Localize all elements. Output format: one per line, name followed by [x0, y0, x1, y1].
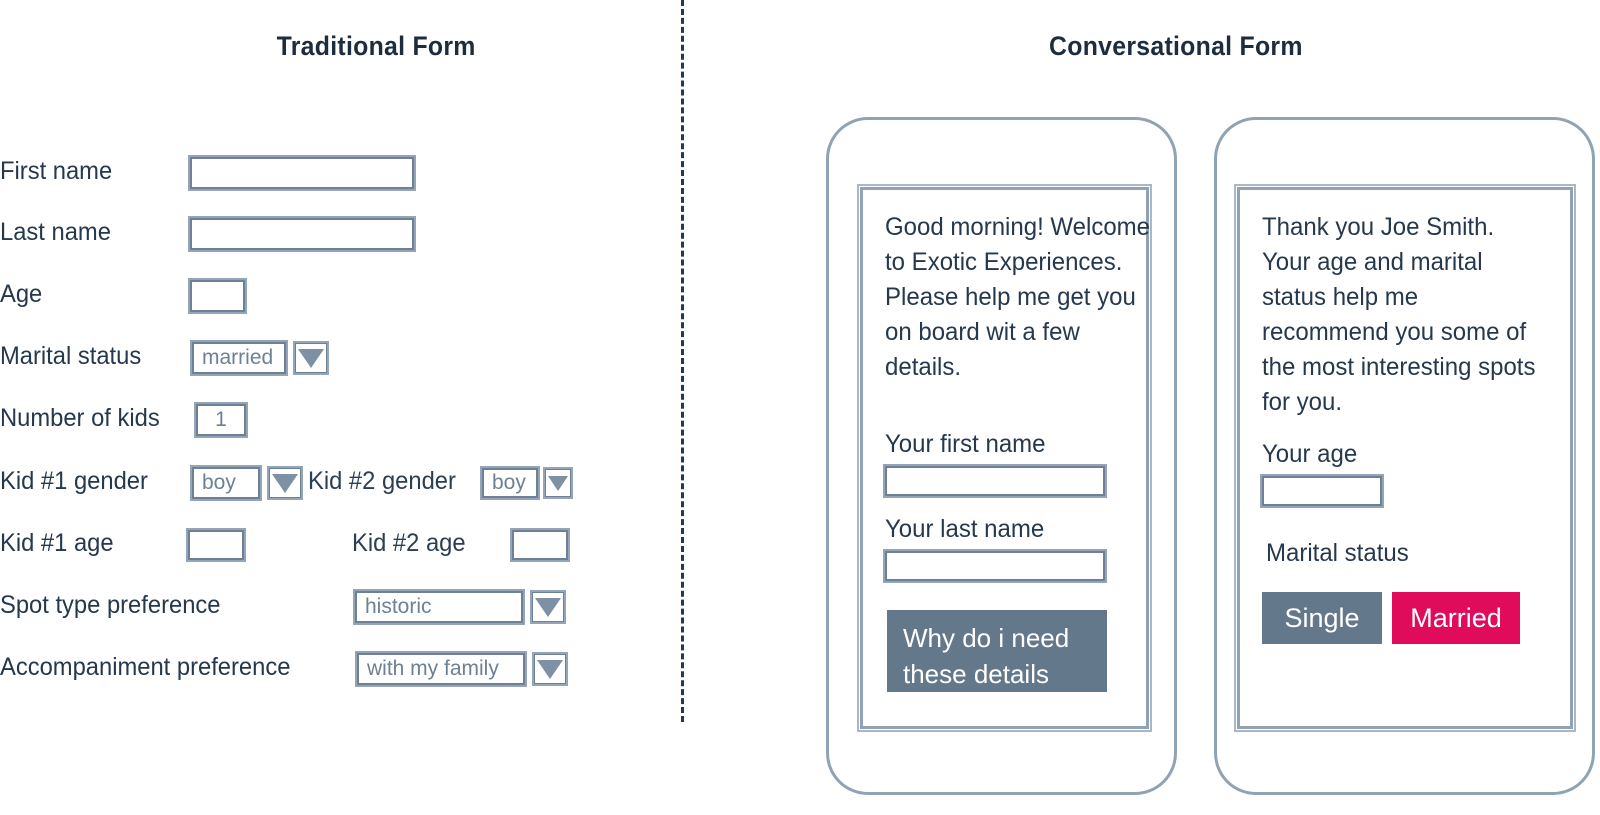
select-kid2-gender-value: boy — [480, 466, 540, 500]
label-your-age: Your age — [1262, 440, 1358, 468]
form-row-age: Age — [0, 273, 660, 319]
form-row-kid-genders: Kid #1 gender boy Kid #2 gender boy — [0, 460, 660, 506]
form-row-spot-type: Spot type preference historic — [0, 584, 660, 630]
phone-screen-1: Good morning! Welcome to Exotic Experien… — [857, 184, 1152, 732]
input-last-name[interactable] — [188, 216, 416, 252]
panel-divider — [681, 0, 684, 722]
select-kid2-gender[interactable]: boy — [480, 466, 573, 500]
form-row-accompaniment: Accompaniment preference with my family — [0, 646, 660, 692]
label-your-last-name: Your last name — [885, 515, 1045, 543]
form-row-number-of-kids: Number of kids 1 — [0, 397, 660, 443]
input-number-of-kids[interactable]: 1 — [194, 402, 248, 438]
input-kid1-age[interactable] — [186, 528, 246, 562]
why-do-i-need-these-details-button[interactable]: Why do i need these details — [887, 610, 1107, 692]
select-marital-status[interactable]: married — [190, 340, 329, 376]
label-kid1-age: Kid #1 age — [0, 529, 114, 557]
traditional-form: First name Last name Age Marital status … — [0, 150, 660, 710]
label-age: Age — [0, 280, 43, 308]
form-row-marital-status: Marital status married — [0, 335, 660, 381]
label-spot-type-preference: Spot type preference — [0, 591, 221, 619]
select-kid1-gender[interactable]: boy — [190, 465, 303, 501]
select-accompaniment-preference[interactable]: with my family — [355, 651, 568, 687]
chevron-down-icon[interactable] — [267, 466, 303, 500]
select-spot-type-preference[interactable]: historic — [353, 589, 566, 625]
input-your-last-name[interactable] — [883, 549, 1107, 583]
label-accompaniment-preference: Accompaniment preference — [0, 653, 291, 681]
label-number-of-kids: Number of kids — [0, 404, 160, 432]
phone-step-2: Thank you Joe Smith. Your age and marita… — [1214, 117, 1595, 795]
chip-single[interactable]: Single — [1262, 592, 1382, 644]
select-accompaniment-value: with my family — [355, 651, 527, 687]
chip-married[interactable]: Married — [1392, 592, 1520, 644]
page-title-conversational: Conversational Form — [1049, 31, 1303, 61]
label-your-first-name: Your first name — [885, 430, 1046, 458]
select-kid1-gender-value: boy — [190, 465, 262, 501]
phone-step-1: Good morning! Welcome to Exotic Experien… — [826, 117, 1177, 795]
form-row-kid-ages: Kid #1 age Kid #2 age — [0, 522, 660, 568]
chevron-down-icon[interactable] — [543, 467, 573, 499]
input-your-first-name[interactable] — [883, 464, 1107, 498]
select-spot-type-value: historic — [353, 589, 525, 625]
phone-screen-2: Thank you Joe Smith. Your age and marita… — [1234, 184, 1576, 732]
chevron-down-icon[interactable] — [532, 652, 568, 686]
input-your-age[interactable] — [1260, 474, 1384, 508]
form-row-last-name: Last name — [0, 211, 660, 257]
label-kid1-gender: Kid #1 gender — [0, 467, 148, 495]
page-title-traditional: Traditional Form — [276, 31, 476, 61]
input-age[interactable] — [188, 278, 247, 314]
chevron-down-icon[interactable] — [293, 341, 329, 375]
bot-message-1: Good morning! Welcome to Exotic Experien… — [885, 213, 1151, 381]
select-marital-status-value: married — [190, 340, 288, 376]
chevron-down-icon[interactable] — [530, 590, 566, 624]
label-kid2-age: Kid #2 age — [352, 529, 466, 557]
label-last-name: Last name — [0, 218, 111, 246]
label-first-name: First name — [0, 157, 113, 185]
label-marital-status-chat: Marital status — [1266, 539, 1409, 567]
input-kid2-age[interactable] — [510, 528, 570, 562]
form-row-first-name: First name — [0, 150, 660, 196]
label-marital-status: Marital status — [0, 342, 142, 370]
bot-message-2: Thank you Joe Smith. Your age and marita… — [1262, 213, 1536, 416]
input-first-name[interactable] — [188, 155, 416, 191]
label-kid2-gender: Kid #2 gender — [308, 467, 456, 495]
